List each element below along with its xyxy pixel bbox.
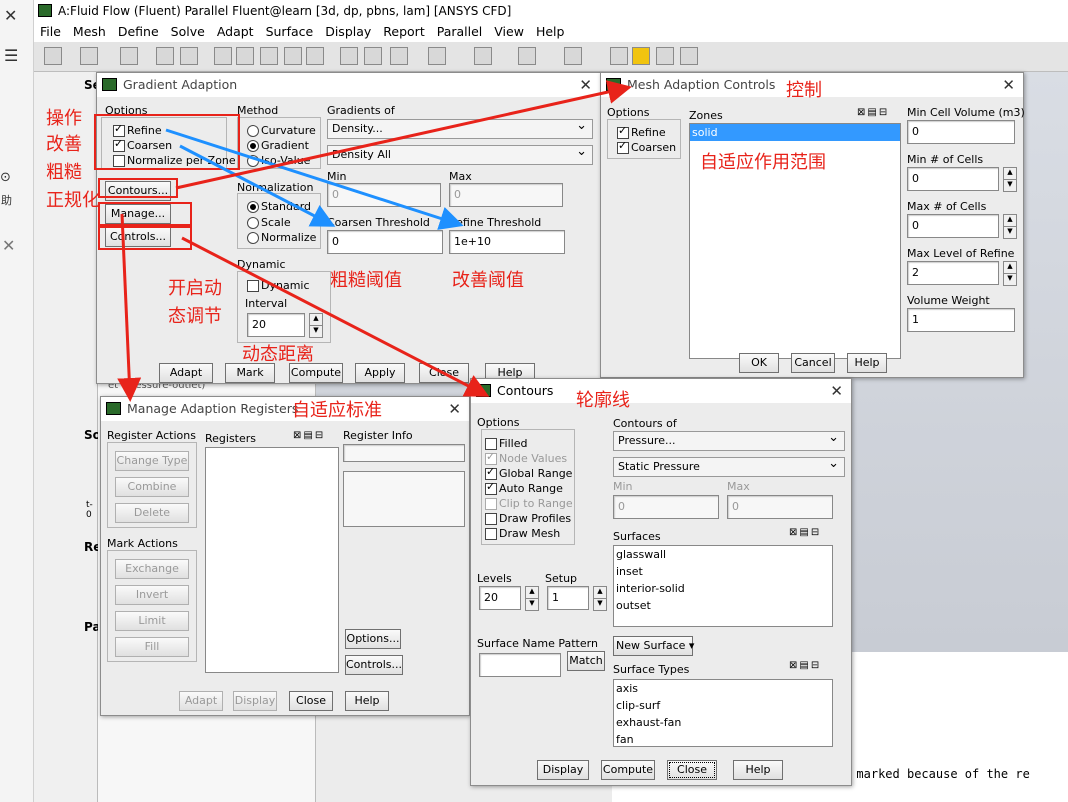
annotation-control: 控制 [786, 80, 822, 101]
annotation-refine: 改善 [46, 134, 82, 155]
annotation-arrows [117, 80, 632, 402]
arrow-controls-dialog [175, 80, 632, 190]
annotation-dynamic-1: 开启动 [168, 278, 222, 299]
annotation-coarsen-threshold: 粗糙阈值 [330, 270, 402, 291]
arrow-manage-dialog [117, 213, 142, 402]
annotation-criteria: 自适应标准 [292, 400, 382, 421]
annotation-normalize: 正规化 [46, 190, 100, 211]
annotation-interval: 动态距离 [242, 344, 314, 365]
annotation-contour: 轮廓线 [576, 390, 630, 411]
annotation-refine-threshold: 改善阈值 [452, 270, 524, 291]
annotation-dynamic-2: 态调节 [168, 306, 222, 327]
annotation-scope: 自适应作用范围 [700, 152, 826, 173]
fluent-window: ✕ ☰ ⊙ 助 ✕ A:Fluid Flow (Fluent) Parallel… [0, 0, 1068, 802]
annotation-coarsen: 粗糙 [46, 162, 82, 183]
arrow-refine [165, 128, 464, 230]
arrow-contours-dialog [181, 236, 490, 397]
annotation-operate: 操作 [46, 108, 82, 129]
